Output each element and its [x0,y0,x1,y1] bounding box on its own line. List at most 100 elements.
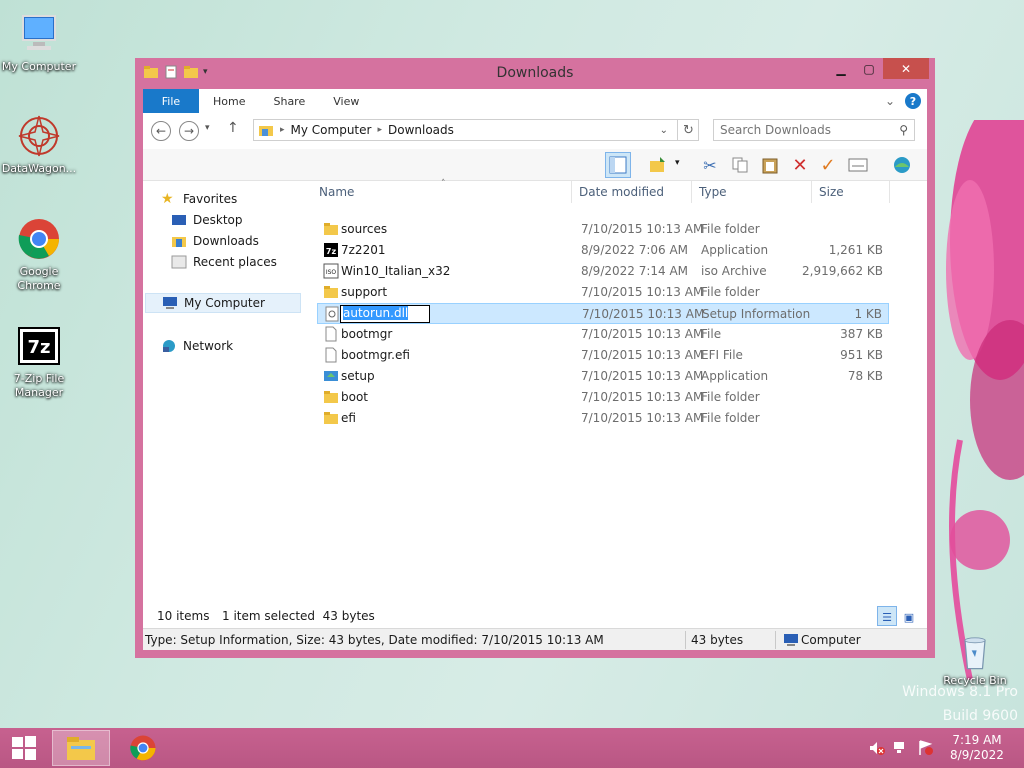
network-icon [163,340,175,352]
rename-input[interactable]: autorun.dll [340,305,430,323]
network-status-icon[interactable] [892,739,910,757]
large-icons-view-button[interactable]: ▣ [899,606,919,626]
taskbar-file-explorer[interactable] [52,730,110,766]
file-row[interactable]: 7z 7z2201 8/9/2022 7:06 AM Application 1… [317,240,889,261]
nav-downloads[interactable]: Downloads [171,231,291,251]
search-box[interactable]: ⚲ [713,119,915,141]
start-button[interactable] [0,730,48,766]
file-row[interactable]: sources 7/10/2015 10:13 AM File folder [317,219,889,240]
nav-desktop[interactable]: Desktop [171,210,291,230]
taskbar-chrome[interactable] [114,730,172,766]
recent-places-icon [171,255,187,269]
build-watermark: Build 9600 [942,708,1018,724]
file-name: boot [341,390,369,404]
desktop-icon-label: 7-Zip File Manager [13,372,65,399]
file-row[interactable]: bootmgr.efi 7/10/2015 10:13 AM EFI File … [317,345,889,366]
breadcrumb-my-computer[interactable]: My Computer [291,123,372,137]
breadcrumb-downloads[interactable]: Downloads [388,123,454,137]
properties-icon [848,158,868,172]
file-name: efi [341,411,356,425]
address-dropdown-icon[interactable]: ⌄ [660,125,668,136]
network-button[interactable] [889,152,915,178]
file-type: File folder [701,390,760,404]
desktop-icon-my-computer[interactable]: My Computer [0,10,78,74]
search-icon[interactable]: ⚲ [899,123,908,137]
file-explorer-icon [67,737,95,760]
sort-ascending-icon: ˄ [441,179,446,189]
chrome-icon [18,219,59,259]
file-date: 7/10/2015 10:13 AM [581,390,704,404]
back-button[interactable]: ← [151,121,171,141]
explorer-window: ▾ Downloads ▁ ▢ ✕ File Home Share View ⌄… [135,58,935,658]
ribbon-tabs: File Home Share View ⌄ ? [143,89,927,113]
column-divider[interactable] [889,181,890,203]
copy-button[interactable] [727,152,753,178]
desktop-icon-7zip[interactable]: 7z 7-Zip File Manager [0,322,78,400]
rename-selected-text: autorun.dll [343,306,409,320]
downloads-folder-icon [172,237,186,247]
forward-button[interactable]: → [179,121,199,141]
column-date-modified[interactable]: Date modified [579,185,664,199]
file-date: 7/10/2015 10:13 AM [582,307,705,321]
details-view-button[interactable]: ☰ [877,606,897,626]
7zip-app-icon: 7z [324,243,338,257]
tab-home[interactable]: Home [199,89,259,113]
address-bar[interactable]: ▸ My Computer ▸ Downloads ⌄ [253,119,699,141]
preview-pane-icon [609,156,627,174]
nav-network[interactable]: Network [161,336,291,356]
expand-ribbon-icon[interactable]: ⌄ [885,94,895,108]
maximize-button[interactable]: ▢ [855,58,883,79]
column-type[interactable]: Type [699,185,727,199]
file-type: File folder [701,285,760,299]
clock[interactable]: 7:19 AM 8/9/2022 [940,733,1014,763]
tab-share[interactable]: Share [259,89,319,113]
tab-file[interactable]: File [143,89,199,113]
file-row[interactable]: boot 7/10/2015 10:13 AM File folder [317,387,889,408]
cut-button[interactable]: ✂ [697,152,723,178]
clock-time: 7:19 AM [952,733,1002,747]
tab-view[interactable]: View [319,89,373,113]
close-icon: ✕ [900,61,912,76]
preview-pane-button[interactable] [605,152,631,178]
file-row[interactable]: efi 7/10/2015 10:13 AM File folder [317,408,889,429]
delete-button[interactable]: ✕ [787,152,813,178]
desktop-icon-datawagon[interactable]: DataWagon... [0,112,78,176]
column-divider[interactable] [811,181,812,203]
search-input[interactable] [720,123,890,137]
column-divider[interactable] [691,181,692,203]
minimize-button[interactable]: ▁ [827,58,855,79]
rename-button[interactable]: ✓ [815,152,841,178]
nav-favorites[interactable]: ★ Favorites [161,189,291,209]
move-dropdown-icon[interactable]: ▾ [675,158,680,168]
desktop-icon-recycle-bin[interactable]: Recycle Bin [936,632,1014,688]
up-arrow-icon[interactable]: ↑ [227,120,239,136]
file-row-selected[interactable]: autorun.dll 7/10/2015 10:13 AM Setup Inf… [317,303,889,324]
file-type: Setup Information [702,307,811,321]
nav-recent-places[interactable]: Recent places [171,252,297,272]
volume-muted-icon[interactable] [868,739,886,757]
file-row[interactable]: bootmgr 7/10/2015 10:13 AM File 387 KB [317,324,889,345]
help-icon[interactable]: ? [905,93,921,109]
computer-icon [163,297,177,309]
file-row[interactable]: ISO Win10_Italian_x32 8/9/2022 7:14 AM i… [317,261,889,282]
file-row[interactable]: support 7/10/2015 10:13 AM File folder [317,282,889,303]
column-divider[interactable] [571,181,572,203]
navigation-pane: ★ Favorites Desktop Downloads Recent pla… [143,181,303,627]
file-row[interactable]: setup 7/10/2015 10:13 AM Application 78 … [317,366,889,387]
nav-my-computer[interactable]: My Computer [145,293,301,313]
ribbon-controls: ⌄ ? [885,89,927,113]
file-name: setup [341,369,375,383]
action-center-icon[interactable] [916,739,934,757]
close-button[interactable]: ✕ [883,58,929,79]
desktop-icon-chrome[interactable]: Google Chrome [0,215,78,293]
delete-x-icon: ✕ [792,154,808,176]
title-bar[interactable]: ▾ Downloads ▁ ▢ ✕ [135,58,935,88]
move-to-button[interactable] [645,152,671,178]
file-size: 387 KB [840,327,883,341]
refresh-button[interactable]: ↻ [677,119,699,141]
paste-button[interactable] [757,152,783,178]
column-name[interactable]: Name [319,185,354,199]
column-size[interactable]: Size [819,185,844,199]
recent-locations-icon[interactable]: ▾ [205,123,210,133]
properties-button[interactable] [845,152,871,178]
